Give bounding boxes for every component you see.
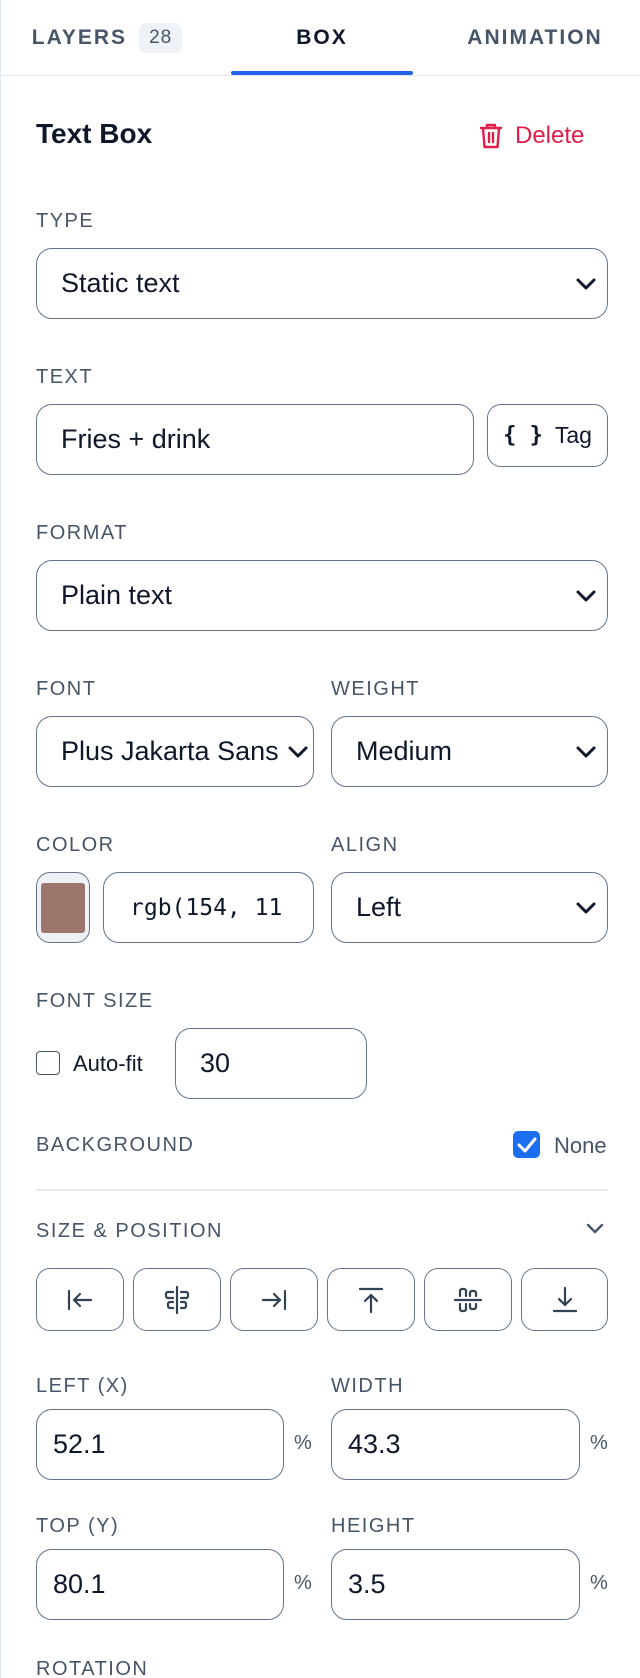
font-size-label: FONT SIZE xyxy=(36,990,154,1012)
trash-icon xyxy=(479,123,503,149)
layers-count-badge: 28 xyxy=(139,23,183,53)
width-input[interactable]: 43.3 xyxy=(331,1409,580,1480)
color-input[interactable]: rgb(154, 11 xyxy=(103,872,314,943)
font-select[interactable]: Plus Jakarta Sans xyxy=(36,716,314,787)
height-value: 3.5 xyxy=(348,1569,386,1599)
left-x-value: 52.1 xyxy=(53,1429,106,1459)
autofit-checkbox[interactable] xyxy=(36,1051,60,1075)
top-y-unit: % xyxy=(294,1572,312,1594)
left-x-label: LEFT (X) xyxy=(36,1375,129,1397)
width-value: 43.3 xyxy=(348,1429,401,1459)
color-swatch xyxy=(41,882,85,933)
color-label: COLOR xyxy=(36,834,115,856)
height-input[interactable]: 3.5 xyxy=(331,1549,580,1620)
autofit-label: Auto-fit xyxy=(73,1051,143,1076)
weight-value: Medium xyxy=(356,736,453,766)
rotation-label: ROTATION xyxy=(36,1658,149,1678)
top-y-value: 80.1 xyxy=(53,1569,106,1599)
chevron-down-icon xyxy=(287,744,309,759)
section-divider xyxy=(36,1189,608,1191)
align-center-horizontal-button[interactable] xyxy=(133,1268,221,1331)
align-top-button[interactable] xyxy=(327,1268,415,1331)
align-value: Left xyxy=(356,892,402,922)
weight-select[interactable]: Medium xyxy=(331,716,608,787)
tab-box[interactable]: BOX xyxy=(231,0,413,76)
left-x-input[interactable]: 52.1 xyxy=(36,1409,284,1480)
braces-icon: { } xyxy=(503,423,543,448)
type-value: Static text xyxy=(61,268,180,298)
align-bottom-icon xyxy=(552,1286,577,1312)
delete-button[interactable]: Delete xyxy=(479,118,584,154)
align-right-icon xyxy=(261,1289,287,1310)
weight-label: WEIGHT xyxy=(331,678,420,700)
height-label: HEIGHT xyxy=(331,1515,416,1537)
tab-box-label: BOX xyxy=(296,26,348,49)
check-icon xyxy=(517,1137,536,1152)
background-label: BACKGROUND xyxy=(36,1134,195,1156)
text-label: TEXT xyxy=(36,366,94,388)
chevron-down-icon xyxy=(576,902,596,913)
align-select[interactable]: Left xyxy=(331,872,608,943)
top-y-label: TOP (Y) xyxy=(36,1515,120,1537)
color-swatch-button[interactable] xyxy=(36,872,90,943)
tab-animation-label: ANIMATION xyxy=(467,26,603,49)
format-label: FORMAT xyxy=(36,522,128,544)
format-select[interactable]: Plain text xyxy=(36,560,608,631)
align-middle-vertical-button[interactable] xyxy=(424,1268,512,1331)
font-value: Plus Jakarta Sans xyxy=(61,736,279,766)
height-unit: % xyxy=(590,1572,608,1594)
panel-title: Text Box xyxy=(36,118,153,149)
top-y-input[interactable]: 80.1 xyxy=(36,1549,284,1620)
size-position-label: SIZE & POSITION xyxy=(36,1220,223,1242)
chevron-down-icon xyxy=(576,746,596,757)
type-select[interactable]: Static text xyxy=(36,248,608,319)
align-left-button[interactable] xyxy=(36,1268,124,1331)
tag-button[interactable]: { } Tag xyxy=(487,404,608,467)
color-value: rgb(154, 11 xyxy=(130,894,283,921)
chevron-down-icon xyxy=(576,278,596,289)
format-value: Plain text xyxy=(61,580,173,610)
chevron-down-icon[interactable] xyxy=(585,1222,605,1236)
tag-label: Tag xyxy=(554,422,592,448)
font-size-value: 30 xyxy=(200,1048,231,1078)
background-none-label: None xyxy=(554,1133,607,1158)
text-input[interactable]: Fries + drink xyxy=(36,404,474,475)
chevron-down-icon xyxy=(576,590,596,601)
background-none-checkbox[interactable] xyxy=(513,1131,540,1158)
tab-layers[interactable]: LAYERS 28 xyxy=(1,0,213,76)
tab-animation[interactable]: ANIMATION xyxy=(441,0,629,76)
tab-layers-label: LAYERS xyxy=(31,26,128,49)
align-left-icon xyxy=(67,1289,93,1310)
align-bottom-button[interactable] xyxy=(521,1268,608,1331)
align-right-button[interactable] xyxy=(230,1268,318,1331)
align-top-icon xyxy=(358,1287,384,1313)
text-value: Fries + drink xyxy=(61,424,211,454)
width-unit: % xyxy=(590,1432,608,1454)
left-x-unit: % xyxy=(294,1432,312,1454)
type-label: TYPE xyxy=(36,210,95,232)
delete-label: Delete xyxy=(515,122,585,149)
align-label: ALIGN xyxy=(331,834,399,856)
font-label: FONT xyxy=(36,678,97,700)
tab-bar: LAYERS 28 BOX ANIMATION xyxy=(1,0,640,76)
align-middle-vertical-icon xyxy=(453,1287,483,1312)
font-size-input[interactable]: 30 xyxy=(175,1028,367,1099)
active-tab-indicator xyxy=(231,71,413,75)
inspector-panel: LAYERS 28 BOX ANIMATION Text Box Delete … xyxy=(0,0,640,1678)
align-center-horizontal-icon xyxy=(164,1285,190,1314)
width-label: WIDTH xyxy=(331,1375,405,1397)
